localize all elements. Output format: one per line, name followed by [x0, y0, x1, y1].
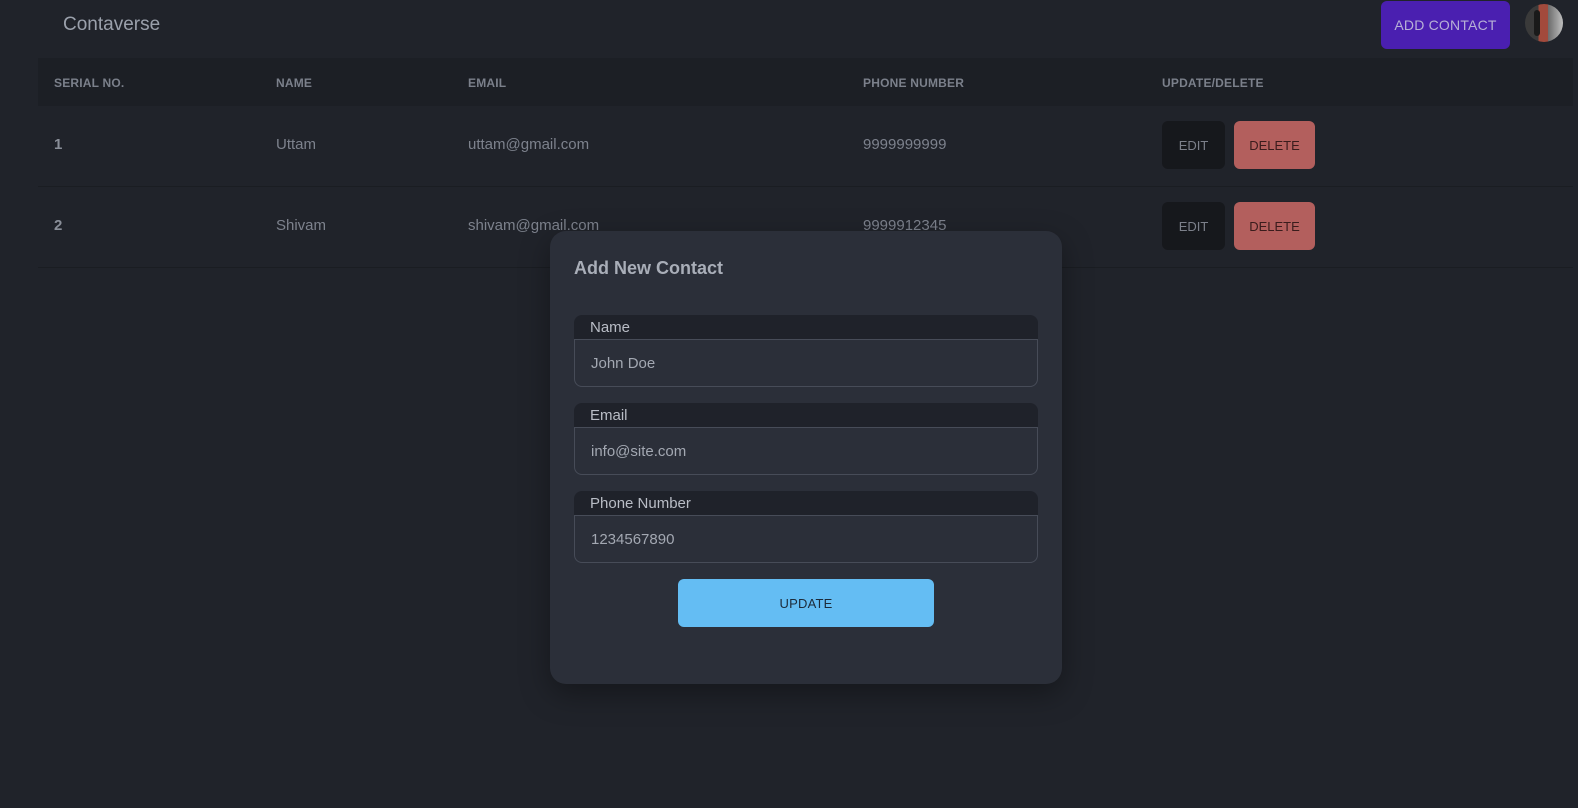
- phone-field-label: Phone Number: [574, 491, 1038, 515]
- name-field-label: Name: [574, 315, 1038, 339]
- row-name: Shivam: [276, 217, 327, 234]
- email-input[interactable]: [574, 427, 1038, 475]
- email-field-label: Email: [574, 403, 1038, 427]
- delete-button[interactable]: DELETE: [1234, 202, 1315, 250]
- header-phone: PHONE NUMBER: [863, 76, 965, 90]
- header-serial: SERIAL NO.: [54, 76, 125, 90]
- row-name: Uttam: [276, 136, 317, 153]
- add-contact-modal: Add New Contact Name Email Phone Number …: [550, 231, 1062, 684]
- header-actions: UPDATE/DELETE: [1162, 76, 1264, 90]
- delete-button[interactable]: DELETE: [1234, 121, 1315, 169]
- update-button[interactable]: UPDATE: [678, 579, 934, 627]
- row-serial: 2: [54, 217, 63, 234]
- email-field-group: Email: [574, 403, 1038, 475]
- phone-input[interactable]: [574, 515, 1038, 563]
- brand-title: Contaverse: [63, 14, 161, 35]
- header-name: NAME: [276, 76, 313, 90]
- edit-button[interactable]: EDIT: [1162, 202, 1225, 250]
- modal-title: Add New Contact: [574, 258, 724, 278]
- phone-field-group: Phone Number: [574, 491, 1038, 563]
- name-input[interactable]: [574, 339, 1038, 387]
- avatar[interactable]: [1525, 4, 1563, 42]
- row-serial: 1: [54, 136, 63, 153]
- avatar-figure: [1534, 10, 1540, 36]
- table-row: 1 Uttam uttam@gmail.com 9999999999 EDIT …: [38, 106, 1573, 187]
- edit-button[interactable]: EDIT: [1162, 121, 1225, 169]
- row-email: uttam@gmail.com: [468, 136, 590, 153]
- row-phone: 9999999999: [863, 136, 947, 153]
- add-contact-button[interactable]: ADD CONTACT: [1381, 1, 1510, 49]
- header-email: EMAIL: [468, 76, 507, 90]
- name-field-group: Name: [574, 315, 1038, 387]
- contacts-page: Contaverse ADD CONTACT SERIAL NO. NAME E…: [0, 0, 1578, 808]
- table-header: SERIAL NO. NAME EMAIL PHONE NUMBER UPDAT…: [38, 58, 1573, 106]
